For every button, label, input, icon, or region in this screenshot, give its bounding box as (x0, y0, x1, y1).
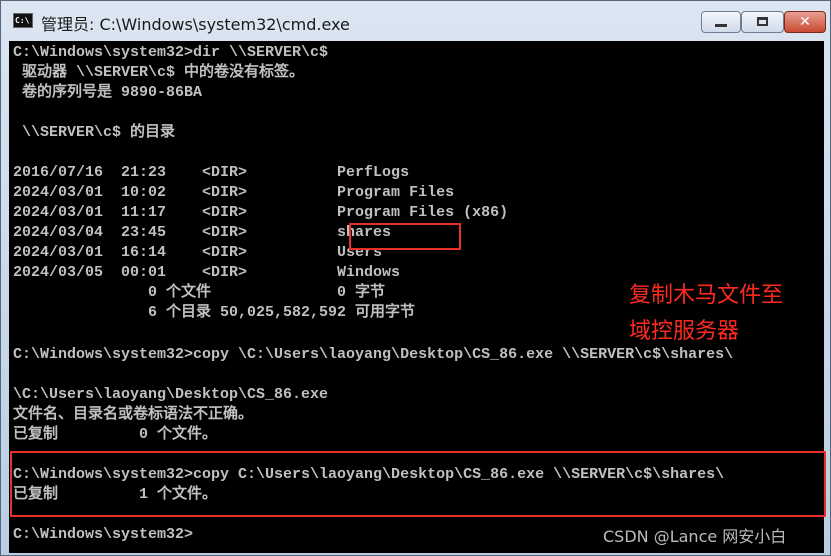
minimize-button[interactable] (701, 11, 741, 33)
console-line: 卷的序列号是 9890-86BA (13, 84, 203, 101)
console-line: \\SERVER\c$ 的目录 (13, 124, 176, 141)
console-line: 2016/07/16 21:23 <DIR> PerfLogs (13, 164, 410, 181)
shares-highlight-box (349, 223, 461, 250)
console-line: 2024/03/01 16:14 <DIR> Users (13, 244, 383, 261)
close-icon: ✕ (799, 14, 811, 30)
console-line: 2024/03/04 23:45 <DIR> shares (13, 224, 392, 241)
console-line: \C:\Users\laoyang\Desktop\CS_86.exe (13, 386, 329, 403)
copy-command-highlight-box (10, 451, 826, 517)
console-line: 0 个文件 0 字节 (13, 284, 386, 301)
console-line: C:\Windows\system32> (13, 526, 194, 543)
maximize-icon (757, 17, 768, 26)
watermark: CSDN @Lance 网安小白 (603, 527, 787, 546)
annotation-line-1: 复制木马文件至 (629, 283, 784, 308)
console-line: 2024/03/05 00:01 <DIR> Windows (13, 264, 401, 281)
maximize-button[interactable] (741, 11, 784, 33)
console-line: C:\Windows\system32>copy \C:\Users\laoya… (13, 346, 734, 363)
console-line: C:\Windows\system32>dir \\SERVER\c$ (13, 44, 329, 61)
window-title: 管理员: C:\Windows\system32\cmd.exe (41, 15, 350, 34)
console-line: 6 个目录 50,025,582,592 可用字节 (13, 304, 416, 321)
console-line: 2024/03/01 11:17 <DIR> Program Files (x8… (13, 204, 509, 221)
console-line: 文件名、目录名或卷标语法不正确。 (13, 406, 254, 423)
minimize-icon (715, 24, 727, 27)
console-line: 已复制 0 个文件。 (13, 426, 218, 443)
console-line: 驱动器 \\SERVER\c$ 中的卷没有标签。 (13, 64, 305, 81)
close-button[interactable]: ✕ (784, 11, 826, 33)
console-line: 2024/03/01 10:02 <DIR> Program Files (13, 184, 455, 201)
title-bar[interactable]: C:\ 管理员: C:\Windows\system32\cmd.exe ✕ (1, 1, 830, 41)
annotation-line-2: 域控服务器 (629, 319, 740, 344)
cmd-icon[interactable]: C:\ (13, 13, 33, 28)
